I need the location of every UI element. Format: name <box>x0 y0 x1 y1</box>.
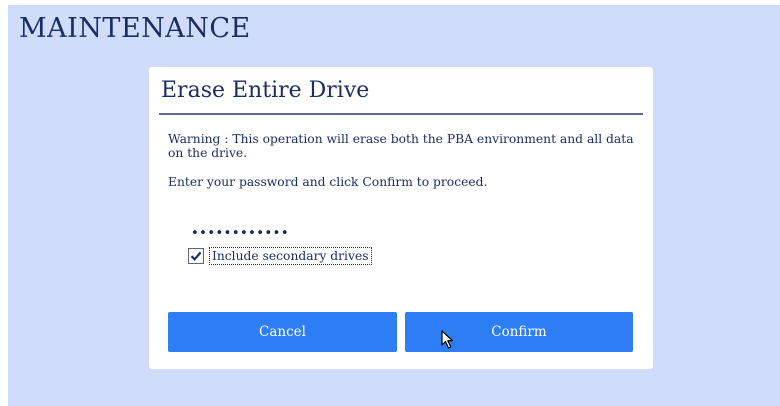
confirm-button[interactable]: Confirm <box>405 312 633 352</box>
password-input[interactable] <box>191 222 321 244</box>
page-title: MAINTENANCE <box>19 13 251 44</box>
instruction-message: Enter your password and click Confirm to… <box>168 175 488 189</box>
title-divider <box>159 113 643 115</box>
include-secondary-drives-option[interactable]: Include secondary drives <box>188 247 372 265</box>
checkmark-icon <box>190 251 202 261</box>
cancel-button[interactable]: Cancel <box>168 312 397 352</box>
erase-drive-dialog: Erase Entire Drive Warning : This operat… <box>149 67 653 369</box>
include-secondary-drives-checkbox[interactable] <box>188 248 204 264</box>
mouse-pointer-icon <box>441 330 454 349</box>
maintenance-screen: MAINTENANCE Erase Entire Drive Warning :… <box>8 5 780 406</box>
dialog-title: Erase Entire Drive <box>161 78 370 103</box>
include-secondary-drives-label[interactable]: Include secondary drives <box>209 247 372 265</box>
warning-message: Warning : This operation will erase both… <box>168 132 634 160</box>
